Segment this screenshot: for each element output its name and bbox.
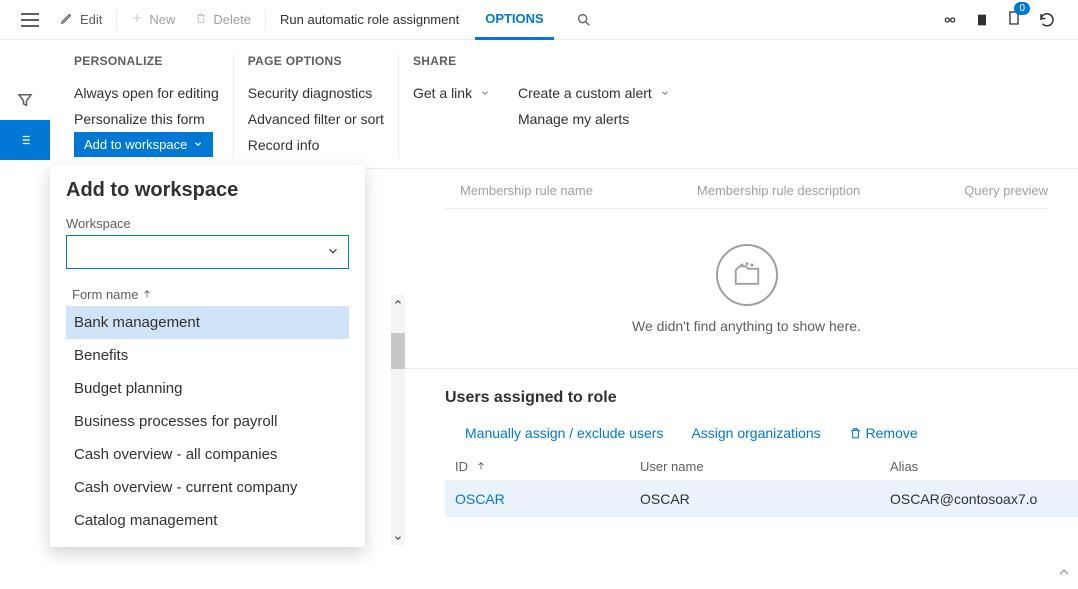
options-label: OPTIONS: [485, 11, 544, 26]
top-toolbar: Edit New Delete Run automatic role assig…: [0, 0, 1078, 40]
user-name-cell: OSCAR: [640, 491, 890, 507]
workspace-list: Bank management Benefits Budget planning…: [66, 306, 349, 537]
add-to-workspace-panel: Add to workspace Workspace Form name Ban…: [50, 165, 365, 547]
filter-button[interactable]: [0, 80, 50, 120]
options-panel: PERSONALIZE Always open for editing Pers…: [50, 40, 1078, 169]
assign-organizations-link[interactable]: Assign organizations: [691, 425, 820, 441]
list-icon: [16, 133, 34, 147]
workspace-option[interactable]: Business processes for payroll: [66, 405, 349, 438]
record-info-link[interactable]: Record info: [248, 132, 384, 158]
edit-button[interactable]: Edit: [50, 0, 112, 40]
new-label: New: [149, 12, 175, 27]
username-column-header[interactable]: User name: [640, 459, 890, 474]
run-assignment-button[interactable]: Run automatic role assignment: [270, 0, 469, 40]
users-table-header: ID User name Alias: [445, 449, 1078, 481]
form-name-column-header[interactable]: Form name: [66, 283, 349, 306]
custom-alert-label: Create a custom alert: [518, 85, 652, 101]
user-alias-cell: OSCAR@contosoax7.o: [890, 491, 1078, 507]
scrollbar-thumb[interactable]: [391, 333, 405, 369]
main-content: Membership rule name Membership rule des…: [395, 165, 1078, 589]
query-preview-col: Query preview: [964, 183, 1048, 198]
workspace-option[interactable]: Catalog management: [66, 504, 349, 537]
id-header-label: ID: [455, 459, 468, 474]
scroll-to-top-icon[interactable]: [1056, 564, 1072, 583]
trash-icon: [195, 11, 207, 28]
new-button[interactable]: New: [121, 0, 185, 40]
get-link-label: Get a link: [413, 85, 472, 101]
personalize-column: PERSONALIZE Always open for editing Pers…: [60, 54, 234, 158]
always-open-link[interactable]: Always open for editing: [74, 80, 219, 106]
remove-button[interactable]: Remove: [849, 425, 918, 441]
user-id-cell[interactable]: OSCAR: [455, 491, 640, 507]
sort-asc-icon: [142, 287, 152, 302]
users-table: ID User name Alias OSCAR OSCAR OSCAR@con…: [445, 449, 1078, 517]
options-tab[interactable]: OPTIONS: [475, 0, 554, 40]
search-icon: [576, 12, 592, 28]
page-options-column: PAGE OPTIONS Security diagnostics Advanc…: [234, 54, 399, 158]
notifications-button[interactable]: 0: [1006, 8, 1022, 31]
column-header-label: Form name: [72, 287, 138, 302]
scrollbar[interactable]: [391, 295, 405, 545]
workspace-option[interactable]: Benefits: [66, 339, 349, 372]
personalize-header: PERSONALIZE: [74, 54, 219, 68]
trash-icon: [849, 426, 862, 440]
custom-alert-link[interactable]: Create a custom alert: [518, 80, 670, 106]
notification-count: 0: [1014, 2, 1030, 15]
workspace-select[interactable]: [66, 235, 349, 269]
membership-header-row: Membership rule name Membership rule des…: [395, 165, 1078, 198]
workspace-option[interactable]: Cash overview - current company: [66, 471, 349, 504]
users-section-title: Users assigned to role: [395, 368, 1078, 419]
empty-message: We didn't find anything to show here.: [632, 318, 861, 334]
chevron-down-icon: [193, 137, 203, 152]
hamburger-icon[interactable]: [21, 13, 39, 27]
manually-assign-link[interactable]: Manually assign / exclude users: [465, 425, 663, 441]
add-workspace-label: Add to workspace: [84, 137, 187, 152]
scroll-down-arrow[interactable]: [391, 531, 405, 545]
list-button[interactable]: [0, 120, 50, 160]
empty-folder-icon: [716, 244, 778, 306]
pencil-icon: [60, 11, 74, 28]
edit-label: Edit: [80, 12, 102, 27]
left-sidebar: [0, 40, 50, 589]
membership-rule-desc-col: Membership rule description: [697, 183, 860, 198]
workspace-label: Workspace: [66, 216, 349, 231]
alias-column-header[interactable]: Alias: [890, 459, 1078, 474]
page-options-header: PAGE OPTIONS: [248, 54, 384, 68]
funnel-icon: [16, 91, 34, 109]
users-section-actions: Manually assign / exclude users Assign o…: [395, 419, 1078, 449]
manage-alerts-link[interactable]: Manage my alerts: [518, 106, 670, 132]
empty-state: We didn't find anything to show here.: [445, 208, 1048, 368]
table-row[interactable]: OSCAR OSCAR OSCAR@contosoax7.o: [445, 481, 1078, 517]
add-to-workspace-button[interactable]: Add to workspace: [74, 132, 213, 157]
membership-rule-name-col: Membership rule name: [460, 183, 593, 198]
refresh-icon[interactable]: [1038, 11, 1056, 29]
chevron-down-icon: [326, 244, 340, 261]
separator: [116, 9, 117, 31]
id-column-header[interactable]: ID: [455, 459, 640, 474]
chevron-down-icon: [480, 85, 490, 101]
personalize-form-link[interactable]: Personalize this form: [74, 106, 219, 132]
get-link-link[interactable]: Get a link: [413, 80, 490, 132]
share-column: SHARE Get a link Create a custom alert M…: [399, 54, 684, 158]
advanced-filter-link[interactable]: Advanced filter or sort: [248, 106, 384, 132]
panel-title: Add to workspace: [66, 179, 349, 202]
plus-icon: [131, 12, 143, 27]
scroll-up-arrow[interactable]: [391, 295, 405, 309]
attach-icon[interactable]: [942, 12, 958, 28]
security-diag-link[interactable]: Security diagnostics: [248, 80, 384, 106]
delete-button[interactable]: Delete: [185, 0, 261, 40]
workspace-option[interactable]: Budget planning: [66, 372, 349, 405]
workspace-option[interactable]: Cash overview - all companies: [66, 438, 349, 471]
separator: [265, 9, 266, 31]
chevron-down-icon: [660, 85, 670, 101]
delete-label: Delete: [213, 12, 251, 27]
workspace-option[interactable]: Bank management: [66, 306, 349, 339]
sort-asc-icon: [476, 459, 486, 474]
office-icon[interactable]: [974, 12, 990, 28]
share-header: SHARE: [413, 54, 670, 68]
search-button[interactable]: [566, 0, 602, 40]
remove-label: Remove: [866, 425, 918, 441]
run-label: Run automatic role assignment: [280, 12, 459, 27]
